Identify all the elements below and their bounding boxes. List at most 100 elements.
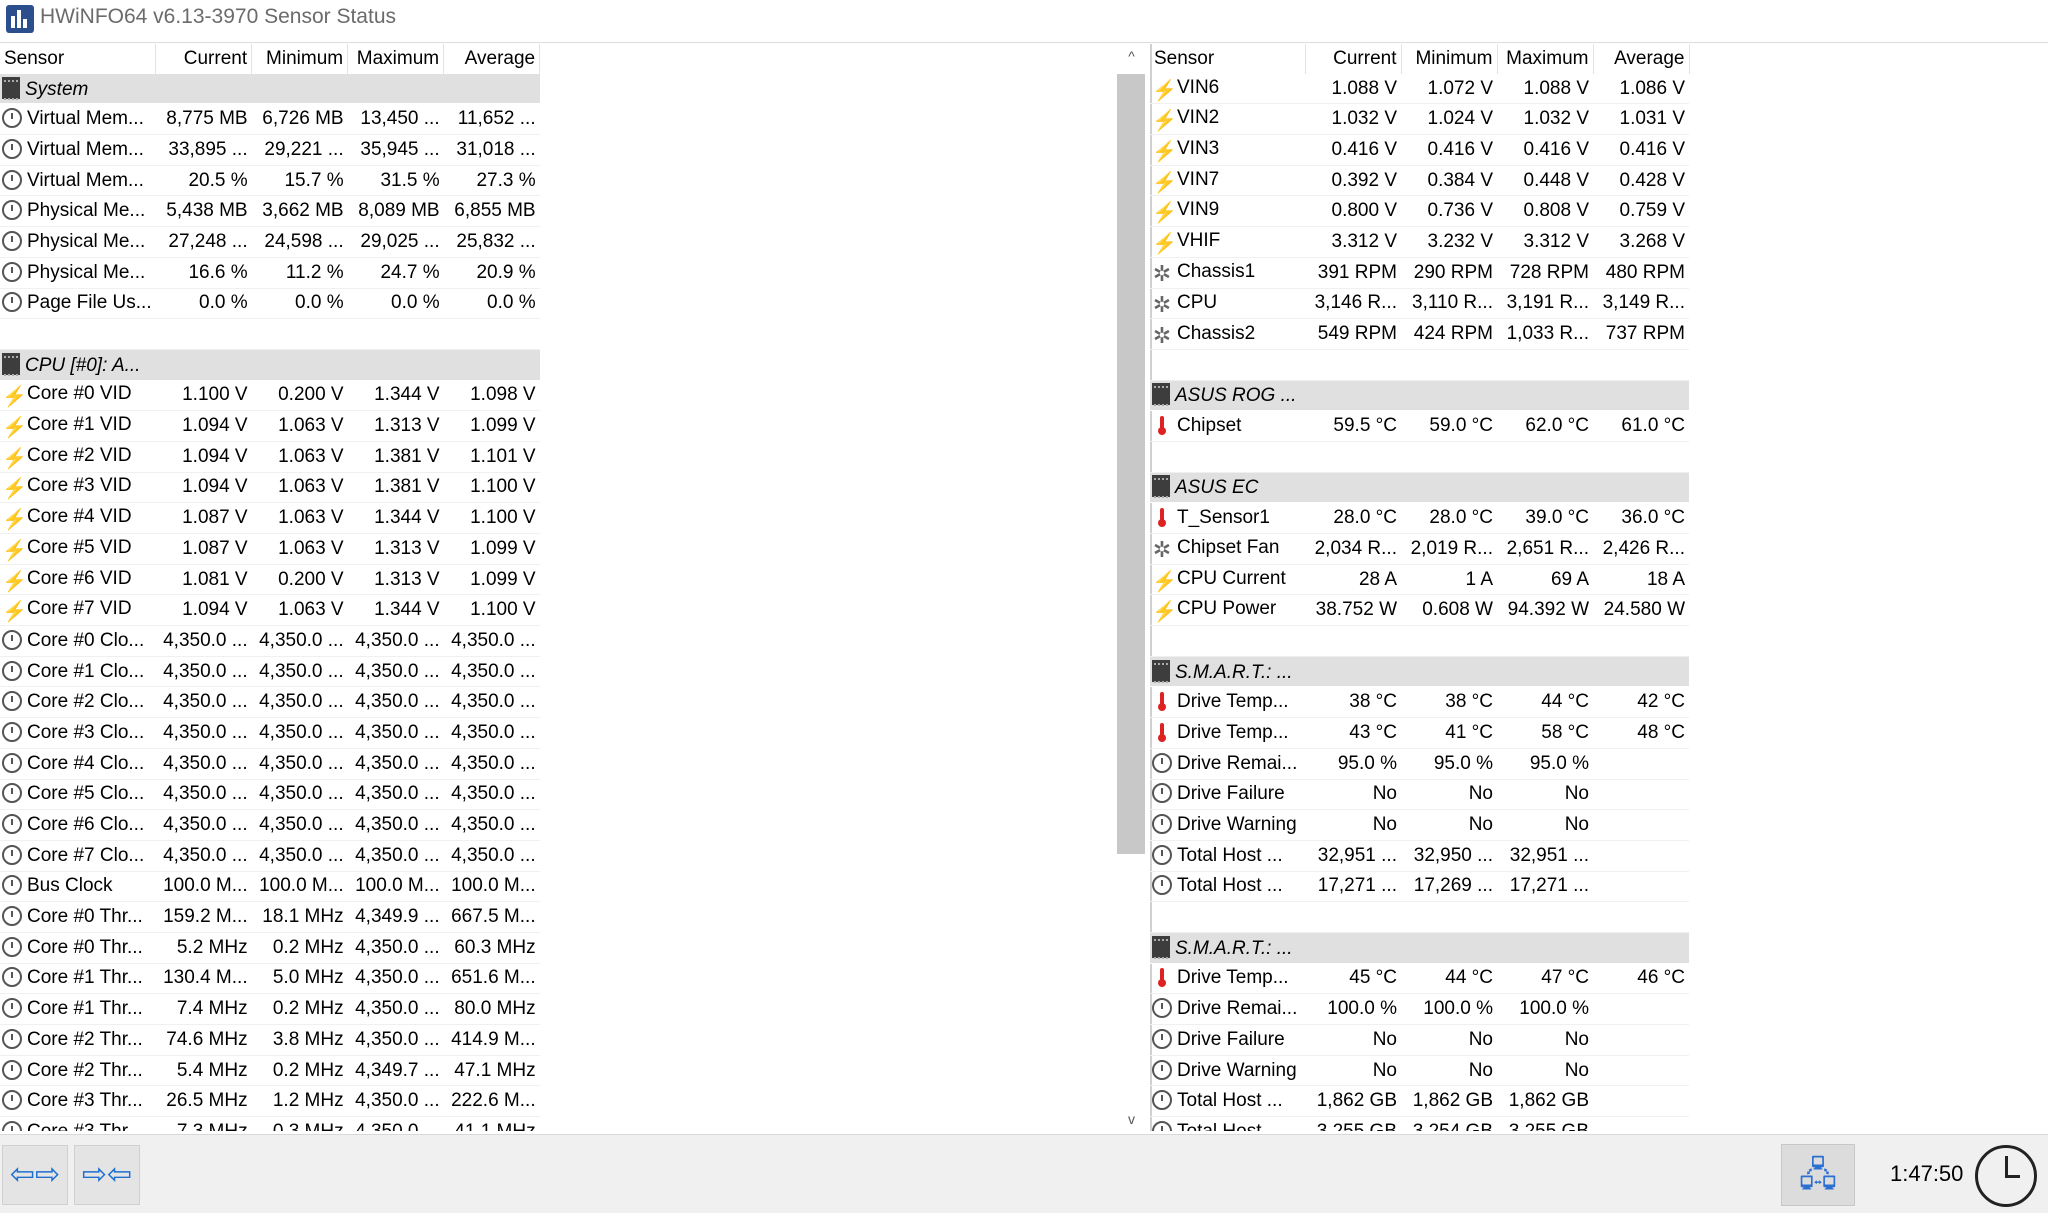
sensor-row[interactable]: ✲ Chassis2 549 RPM 424 RPM 1,033 R... 737 RPM [1150, 318, 1689, 350]
network-icon[interactable]: 🖧 [1781, 1144, 1855, 1206]
sensor-row[interactable]: Core #2 Thr... 74.6 MHz 3.8 MHz 4,350.0 ...… [0, 1024, 540, 1056]
sensor-group-header[interactable]: ASUS ROG ... [1150, 380, 1689, 412]
sensor-row[interactable]: ⚡VIN7 0.392 V 0.384 V 0.448 V 0.428 V [1150, 165, 1689, 197]
sensor-row[interactable]: Drive Warning No No No [1150, 1055, 1689, 1087]
scroll-thumb[interactable] [1117, 74, 1145, 854]
sensor-row[interactable]: ⚡Core #5 VID 1.087 V 1.063 V 1.313 V 1.099 V [0, 533, 540, 565]
maximum-value: 32,951 ... [1497, 840, 1593, 872]
column-header-current[interactable]: Current [155, 44, 253, 74]
sensor-group-header[interactable]: S.M.A.R.T.: ... [1150, 656, 1689, 688]
sensor-name-cell: ✲ Chassis2 [1150, 318, 1305, 350]
sensor-row[interactable]: ⚡CPU Power 38.752 W 0.608 W 94.392 W 24.580 … [1150, 594, 1689, 627]
minimum-value: 41 °C [1401, 717, 1497, 749]
vertical-scrollbar[interactable]: ^ v [1113, 44, 1152, 1131]
blank-row[interactable] [0, 318, 540, 350]
blank-row[interactable] [1150, 349, 1689, 381]
sensor-row[interactable]: Core #7 Clo... 4,350.0 ... 4,350.0 ... 4,35… [0, 840, 540, 872]
sensor-row[interactable]: Core #2 Clo... 4,350.0 ... 4,350.0 ... 4,35… [0, 686, 540, 719]
sensor-row[interactable]: Chipset 59.5 °C 59.0 °C 62.0 °C 61.0 °C [1150, 410, 1689, 442]
sensor-row[interactable]: ✲ CPU 3,146 R... 3,110 R... 3,191 R... 3,149 … [1150, 288, 1689, 320]
sensor-row[interactable]: ⚡Core #2 VID 1.094 V 1.063 V 1.381 V 1.101 V [0, 441, 540, 473]
sensor-row[interactable]: Drive Failure No No No [1150, 1024, 1689, 1056]
sensor-row[interactable]: Drive Remai... 100.0 % 100.0 % 100.0 % [1150, 993, 1689, 1025]
sensor-row[interactable]: ⚡Core #0 VID 1.100 V 0.200 V 1.344 V 1.098 V [0, 380, 540, 412]
sensor-row[interactable]: Physical Me... 5,438 MB 3,662 MB 8,089 MB 6,… [0, 195, 540, 228]
average-value: 1.101 V [443, 441, 540, 473]
sensor-row[interactable]: Page File Us... 0.0 % 0.0 % 0.0 % 0.0 % [0, 288, 540, 320]
sensor-row[interactable]: ⚡VHIF 3.312 V 3.232 V 3.312 V 3.268 V [1150, 226, 1689, 258]
column-header-maximum[interactable]: Maximum [1497, 44, 1594, 74]
blank-row[interactable] [1150, 625, 1689, 657]
sensor-group-header[interactable]: CPU [#0]: A... [0, 349, 540, 381]
column-header-minimum[interactable]: Minimum [1401, 44, 1498, 74]
sensor-row[interactable]: Core #4 Clo... 4,350.0 ... 4,350.0 ... 4,35… [0, 748, 540, 780]
maximum-value: 4,350.0 ... [347, 625, 444, 657]
minimum-value: 1.072 V [1401, 73, 1497, 105]
sensor-row[interactable]: ⚡Core #1 VID 1.094 V 1.063 V 1.313 V 1.099 V [0, 410, 540, 442]
sensor-group-header[interactable]: System [0, 73, 540, 105]
column-header-current[interactable]: Current [1305, 44, 1402, 74]
blank-row[interactable] [1150, 441, 1689, 473]
sensor-row[interactable]: Core #1 Thr... 130.4 M... 5.0 MHz 4,350.0 .… [0, 963, 540, 995]
sensor-row[interactable]: ✲ Chipset Fan 2,034 R... 2,019 R... 2,651 R.… [1150, 533, 1689, 565]
sensor-row[interactable]: ⚡VIN2 1.032 V 1.024 V 1.032 V 1.031 V [1150, 103, 1689, 136]
sensor-row[interactable]: Core #3 Thr... 7.3 MHz0.3 MHz4,350.0 ...4… [0, 1116, 540, 1131]
column-header-minimum[interactable]: Minimum [251, 44, 349, 74]
sensor-row[interactable]: Total Host ... 3,255 GB3,254 GB3,255 GB [1150, 1116, 1689, 1131]
sensor-row[interactable]: Drive Failure No No No [1150, 779, 1689, 811]
column-header-sensor[interactable]: Sensor [1150, 44, 1306, 74]
sensor-row[interactable]: Core #2 Thr... 5.4 MHz 0.2 MHz 4,349.7 ... 4… [0, 1055, 540, 1087]
column-header-average[interactable]: Average [1593, 44, 1690, 74]
sensor-row[interactable]: ✲ Chassis1 391 RPM 290 RPM 728 RPM 480 RPM [1150, 257, 1689, 289]
expand-arrows-icon[interactable]: ⇦⇨ [2, 1145, 68, 1205]
scroll-down-arrow-icon[interactable]: v [1113, 1111, 1150, 1127]
empty-cell [1305, 349, 1401, 381]
sensor-row[interactable]: T_Sensor1 28.0 °C 28.0 °C 39.0 °C 36.0 °C [1150, 502, 1689, 534]
column-header-average[interactable]: Average [443, 44, 541, 74]
sensor-group-header[interactable]: ASUS EC [1150, 472, 1689, 504]
sensor-row[interactable]: Virtual Mem... 33,895 ... 29,221 ... 35,945… [0, 134, 540, 166]
sensor-row[interactable]: Core #0 Thr... 5.2 MHz 0.2 MHz 4,350.0 ... 6… [0, 932, 540, 964]
sensor-row[interactable]: Physical Me... 27,248 ... 24,598 ... 29,025… [0, 226, 540, 258]
sensor-name-cell: Core #3 Thr... [0, 1085, 156, 1118]
average-value: 46 °C [1593, 963, 1689, 995]
sensor-row[interactable]: ⚡Core #6 VID 1.081 V 0.200 V 1.313 V 1.099 V [0, 564, 540, 596]
sensor-row[interactable]: ⚡Core #3 VID 1.094 V 1.063 V 1.381 V 1.100 V [0, 472, 540, 504]
sensor-row[interactable]: Drive Temp... 45 °C 44 °C 47 °C 46 °C [1150, 963, 1689, 995]
blank-row[interactable] [1150, 901, 1689, 933]
sensor-row[interactable]: ⚡Core #7 VID 1.094 V 1.063 V 1.344 V 1.100 V [0, 594, 540, 627]
sensor-row[interactable]: Core #1 Thr... 7.4 MHz 0.2 MHz 4,350.0 ... 8… [0, 993, 540, 1025]
sensor-row[interactable]: ⚡VIN6 1.088 V 1.072 V 1.088 V 1.086 V [1150, 73, 1689, 105]
sensor-row[interactable]: Total Host ... 32,951 ... 32,950 ... 32,951… [1150, 840, 1689, 872]
clock-icon[interactable] [1975, 1145, 2037, 1207]
sensor-row[interactable]: Drive Remai... 95.0 % 95.0 % 95.0 % [1150, 748, 1689, 780]
sensor-row[interactable]: Drive Temp... 38 °C 38 °C 44 °C 42 °C [1150, 686, 1689, 719]
sensor-row[interactable]: Virtual Mem... 8,775 MB 6,726 MB 13,450 ...… [0, 103, 540, 136]
sensor-row[interactable]: Virtual Mem... 20.5 % 15.7 % 31.5 % 27.3 % [0, 165, 540, 197]
sensor-row[interactable]: Core #6 Clo... 4,350.0 ... 4,350.0 ... 4,35… [0, 809, 540, 841]
current-value: 28.0 °C [1305, 502, 1401, 534]
sensor-row[interactable]: Bus Clock 100.0 M... 100.0 M... 100.0 M... 1… [0, 871, 540, 903]
sensor-row[interactable]: Core #3 Clo... 4,350.0 ... 4,350.0 ... 4,35… [0, 717, 540, 749]
sensor-row[interactable]: Core #0 Clo... 4,350.0 ... 4,350.0 ... 4,35… [0, 625, 540, 657]
group-empty-cell [1497, 932, 1593, 964]
sensor-row[interactable]: Core #0 Thr... 159.2 M... 18.1 MHz 4,349.9 … [0, 901, 540, 933]
sensor-row[interactable]: Core #5 Clo... 4,350.0 ... 4,350.0 ... 4,35… [0, 779, 540, 811]
sensor-row[interactable]: Drive Temp... 43 °C 41 °C 58 °C 48 °C [1150, 717, 1689, 749]
sensor-row[interactable]: Drive Warning No No No [1150, 809, 1689, 841]
collapse-arrows-icon[interactable]: ⇨⇦ [74, 1145, 140, 1205]
sensor-row[interactable]: ⚡VIN9 0.800 V 0.736 V 0.808 V 0.759 V [1150, 195, 1689, 228]
sensor-row[interactable]: Physical Me... 16.6 % 11.2 % 24.7 % 20.9 % [0, 257, 540, 289]
sensor-row[interactable]: ⚡CPU Current 28 A1 A 69 A 18 A [1150, 564, 1689, 596]
sensor-row[interactable]: Total Host ... 1,862 GB 1,862 GB 1,862 GB [1150, 1085, 1689, 1118]
sensor-group-header[interactable]: S.M.A.R.T.: ... [1150, 932, 1689, 964]
scroll-up-arrow-icon[interactable]: ^ [1113, 48, 1150, 64]
sensor-row[interactable]: Core #1 Clo... 4,350.0 ... 4,350.0 ... 4,35… [0, 656, 540, 688]
column-header-sensor[interactable]: Sensor [0, 44, 157, 74]
sensor-row[interactable]: Total Host ... 17,271 ... 17,269 ... 17,271… [1150, 871, 1689, 903]
column-header-maximum[interactable]: Maximum [347, 44, 445, 74]
sensor-row[interactable]: Core #3 Thr... 26.5 MHz 1.2 MHz 4,350.0 ...… [0, 1085, 540, 1118]
sensor-row[interactable]: ⚡Core #4 VID 1.087 V 1.063 V 1.344 V 1.100 V [0, 502, 540, 534]
sensor-row[interactable]: ⚡VIN3 0.416 V 0.416 V 0.416 V 0.416 V [1150, 134, 1689, 166]
sensor-name: Drive Failure [1177, 783, 1285, 805]
